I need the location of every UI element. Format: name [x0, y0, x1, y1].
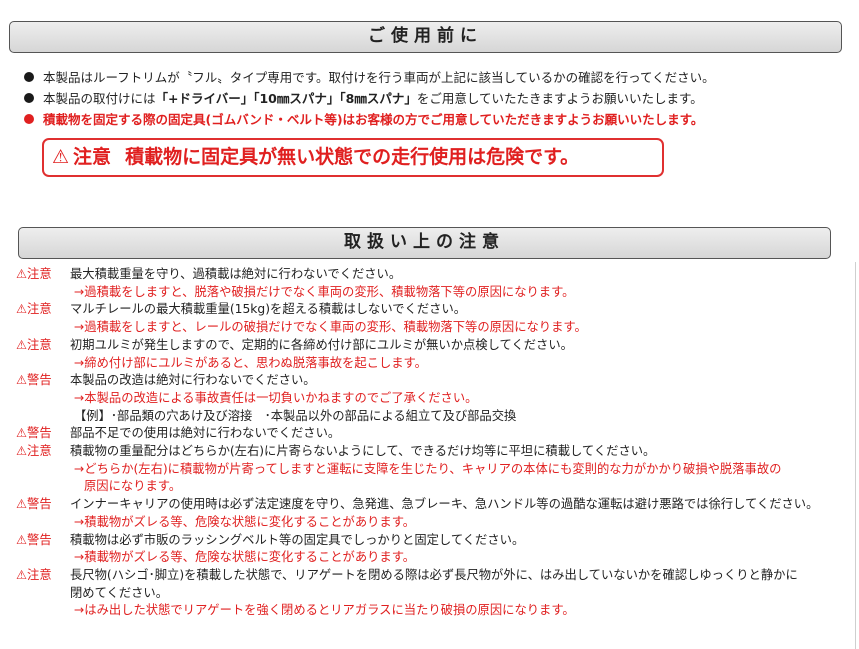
consequence-text: 原因になります。: [84, 479, 182, 494]
consequence-text: →本製品の改造による事故責任は一切負いかねますのでご了承ください。: [74, 390, 478, 405]
bullet-text-post: をご用意していたたきますようお願いいたします。: [416, 91, 703, 106]
example-text: 【例】･部品類の穴あけ及び溶接 ･本製品以外の部品による組立て及び部品交換: [74, 408, 517, 423]
caution-text: 最大積載重量を守り、過積載は絶対に行わないでください。: [70, 267, 402, 281]
warning-tag: ⚠警告: [16, 373, 52, 388]
caution-text-cont: 閉めてください。: [16, 585, 854, 603]
bullet-item-important: 積載物を固定する際の固定具(ゴムバンド・ベルト等)はお客様の方でご用意していただ…: [24, 108, 844, 129]
caution-consequence: →どちらか(左右)に積載物が片寄ってしますと運転に支障を生じたり、キャリアの本体…: [16, 461, 854, 479]
caution-consequence-cont: 原因になります。: [16, 478, 854, 496]
caution-tag: ⚠注意: [16, 302, 52, 317]
example-line: 【例】･部品類の穴あけ及び溶接 ･本製品以外の部品による組立て及び部品交換: [16, 408, 854, 426]
warning-tag: ⚠警告: [16, 532, 52, 547]
caution-consequence: →締め付け部にユルミがあると、思わぬ脱落事故を起こします。: [16, 355, 854, 373]
warning-text: 本製品の改造は絶対に行わないでください。: [70, 373, 316, 388]
consequence-text: →積載物がズレる等、危険な状態に変化することがあります。: [74, 550, 416, 565]
before-use-bullets: 本製品はルーフトリムが〝フル〟タイプ専用です。取付けを行う車両が上記に該当してい…: [24, 66, 844, 129]
bullet-dot-icon: [24, 92, 34, 103]
warning-item: ⚠警告 インナーキャリアの使用時は必ず法定速度を守り、急発進、急ブレーキ、急ハン…: [16, 496, 854, 514]
warning-label: 注意: [73, 146, 112, 168]
caution-item: ⚠注意 最大積載重量を守り、過積載は絶対に行わないでください。: [16, 266, 854, 284]
caution-consequence: →過積載をしますと、脱落や破損だけでなく車両の変形、積載物落下等の原因になります…: [16, 284, 854, 302]
caution-text: 積載物の重量配分はどちらか(左右)に片寄らないようにして、できるだけ均等に平坦に…: [70, 444, 656, 459]
warning-item: ⚠警告 積載物は必ず市販のラッシングベルト等の固定具でしっかりと固定してください…: [16, 532, 854, 550]
bullet-text: 積載物を固定する際の固定具(ゴムバンド・ベルト等)はお客様の方でご用意していただ…: [43, 112, 704, 127]
caution-consequence: →はみ出した状態でリアゲートを強く閉めるとリアガラスに当たり破損の原因になります…: [16, 602, 854, 620]
warning-text: 積載物に固定具が無い状態での走行使用は危険です。: [125, 146, 580, 168]
warning-text: 積載物は必ず市販のラッシングベルト等の固定具でしっかりと固定してください。: [70, 532, 525, 547]
warning-item: ⚠警告 本製品の改造は絶対に行わないでください。: [16, 372, 854, 390]
caution-consequence: →過積載をしますと、レールの破損だけでなく車両の変形、積載物落下等の原因になりま…: [16, 319, 854, 337]
bullet-dot-icon: [24, 113, 34, 124]
warning-item: ⚠警告 部品不足での使用は絶対に行わないでください。: [16, 425, 854, 443]
consequence-text: →はみ出した状態でリアゲートを強く閉めるとリアガラスに当たり破損の原因になります…: [74, 603, 575, 618]
section-header-before-use: ご使用前に: [9, 21, 842, 53]
warning-consequence: →積載物がズレる等、危険な状態に変化することがあります。: [16, 514, 854, 532]
caution-text: 初期ユルミが発生しますので、定期的に各締め付け部にユルミが無いか点検してください…: [70, 337, 573, 352]
warning-tag: ⚠警告: [16, 426, 52, 441]
consequence-text: →過積載をしますと、脱落や破損だけでなく車両の変形、積載物落下等の原因になります…: [74, 284, 575, 299]
consequence-text: →どちらか(左右)に積載物が片寄ってしますと運転に支障を生じたり、キャリアの本体…: [74, 461, 782, 476]
caution-item: ⚠注意 マルチレールの最大積載重量(15kg)を超える積載はしないでください。: [16, 301, 854, 319]
warning-consequence: →積載物がズレる等、危険な状態に変化することがあります。: [16, 549, 854, 567]
divider: [855, 262, 856, 649]
caution-item: ⚠注意 積載物の重量配分はどちらか(左右)に片寄らないようにして、できるだけ均等…: [16, 443, 854, 461]
caution-text: 閉めてください。: [70, 585, 169, 600]
section-header-handling-cautions: 取扱い上の注意: [18, 227, 831, 259]
bullet-item: 本製品はルーフトリムが〝フル〟タイプ専用です。取付けを行う車両が上記に該当してい…: [24, 66, 844, 87]
consequence-text: →締め付け部にユルミがあると、思わぬ脱落事故を起こします。: [74, 355, 427, 370]
caution-tag: ⚠注意: [16, 567, 52, 582]
caution-text: マルチレールの最大積載重量(15kg)を超える積載はしないでください。: [70, 302, 467, 317]
handling-cautions-list: ⚠注意 最大積載重量を守り、過積載は絶対に行わないでください。 →過積載をします…: [16, 266, 854, 620]
warning-consequence: →本製品の改造による事故責任は一切負いかねますのでご了承ください。: [16, 390, 854, 408]
bullet-text: 本製品はルーフトリムが〝フル〟タイプ専用です。取付けを行う車両が上記に該当してい…: [43, 70, 715, 85]
bullet-text-tools: 「+ドライバー」「10㎜スパナ」「8㎜スパナ」: [155, 91, 417, 106]
caution-tag: ⚠注意: [16, 337, 52, 352]
caution-tag: ⚠注意: [16, 267, 52, 281]
bullet-text-pre: 本製品の取付けには: [43, 91, 156, 106]
caution-item: ⚠注意 初期ユルミが発生しますので、定期的に各締め付け部にユルミが無いか点検して…: [16, 337, 854, 355]
consequence-text: →過積載をしますと、レールの破損だけでなく車両の変形、積載物落下等の原因になりま…: [74, 320, 587, 335]
warning-triangle-icon: ⚠: [52, 146, 70, 168]
consequence-text: →積載物がズレる等、危険な状態に変化することがあります。: [74, 514, 416, 529]
danger-warning-box: ⚠ 注意 積載物に固定具が無い状態での走行使用は危険です。: [42, 138, 664, 177]
bullet-item: 本製品の取付けには 「+ドライバー」「10㎜スパナ」「8㎜スパナ」 をご用意していた…: [24, 87, 844, 108]
caution-text: 長尺物(ハシゴ･脚立)を積載した状態で、リアゲートを閉める際は必ず長尺物が外に、…: [70, 567, 798, 582]
warning-text: インナーキャリアの使用時は必ず法定速度を守り、急発進、急ブレーキ、急ハンドル等の…: [70, 497, 819, 512]
caution-tag: ⚠注意: [16, 444, 52, 459]
warning-tag: ⚠警告: [16, 497, 52, 512]
warning-text: 部品不足での使用は絶対に行わないでください。: [70, 426, 341, 441]
caution-item: ⚠注意 長尺物(ハシゴ･脚立)を積載した状態で、リアゲートを閉める際は必ず長尺物…: [16, 567, 854, 585]
bullet-dot-icon: [24, 71, 34, 82]
